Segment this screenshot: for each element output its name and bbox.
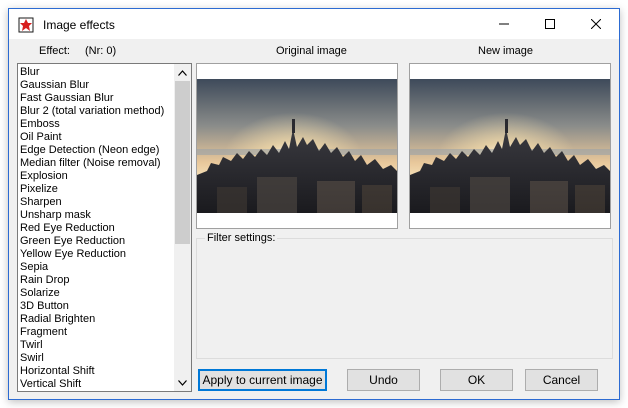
title-bar[interactable]: Image effects [9,9,619,39]
filter-settings-panel [196,238,613,359]
list-item[interactable]: Twirl [20,339,172,352]
list-item[interactable]: Horizontal Shift [20,365,172,378]
image-effects-dialog: Image effects Effect: (Nr: 0) Original i… [8,8,620,400]
cancel-button[interactable]: Cancel [525,369,598,391]
list-item[interactable]: Oil Paint [20,131,172,144]
list-scrollbar[interactable] [174,64,191,391]
ok-button[interactable]: OK [440,369,513,391]
effects-listbox[interactable]: Blur Gaussian Blur Fast Gaussian Blur Blur … [17,63,192,392]
new-image-frame [409,63,611,229]
scroll-thumb[interactable] [175,81,190,244]
app-icon [18,17,34,33]
list-item[interactable]: Solarize [20,287,172,300]
list-item[interactable]: Fast Gaussian Blur [20,92,172,105]
effect-label: Effect: [39,45,70,57]
list-item[interactable]: Fragment [20,326,172,339]
list-item[interactable]: Explosion [20,170,172,183]
list-item[interactable]: Sepia [20,261,172,274]
list-item[interactable]: Edge Detection (Neon edge) [20,144,172,157]
list-item[interactable]: Emboss [20,118,172,131]
minimize-icon [499,23,509,25]
chevron-down-icon [178,379,187,386]
list-item[interactable]: Radial Brighten [20,313,172,326]
apply-button[interactable]: Apply to current image [198,369,327,391]
original-image [197,64,397,228]
list-item[interactable]: Swirl [20,352,172,365]
filter-settings-label: Filter settings: [205,232,278,244]
list-item[interactable]: Pixelize [20,183,172,196]
list-item[interactable]: 3D Button [20,300,172,313]
list-item[interactable]: Green Eye Reduction [20,235,172,248]
list-item[interactable]: Sharpen [20,196,172,209]
original-image-label: Original image [276,45,347,57]
close-button[interactable] [573,9,619,39]
undo-button[interactable]: Undo [347,369,420,391]
list-item[interactable]: Blur 2 (total variation method) [20,105,172,118]
scroll-up-button[interactable] [174,64,191,81]
new-image [410,64,610,228]
list-item[interactable]: Vertical Shift [20,378,172,391]
list-item[interactable]: Red Eye Reduction [20,222,172,235]
maximize-button[interactable] [527,9,573,39]
original-image-frame [196,63,398,229]
scroll-down-button[interactable] [174,374,191,391]
list-item[interactable]: Yellow Eye Reduction [20,248,172,261]
list-item[interactable]: Rain Drop [20,274,172,287]
close-icon [591,19,601,29]
list-item[interactable]: Gaussian Blur [20,79,172,92]
list-item[interactable]: Median filter (Noise removal) [20,157,172,170]
effects-list: Blur Gaussian Blur Fast Gaussian Blur Blur … [20,66,172,391]
list-item[interactable]: Unsharp mask [20,209,172,222]
maximize-icon [545,19,555,29]
list-item[interactable]: Blur [20,66,172,79]
window-title: Image effects [43,18,115,32]
new-image-label: New image [478,45,534,57]
minimize-button[interactable] [481,9,527,39]
effect-number: (Nr: 0) [85,45,117,57]
chevron-up-icon [178,69,187,76]
